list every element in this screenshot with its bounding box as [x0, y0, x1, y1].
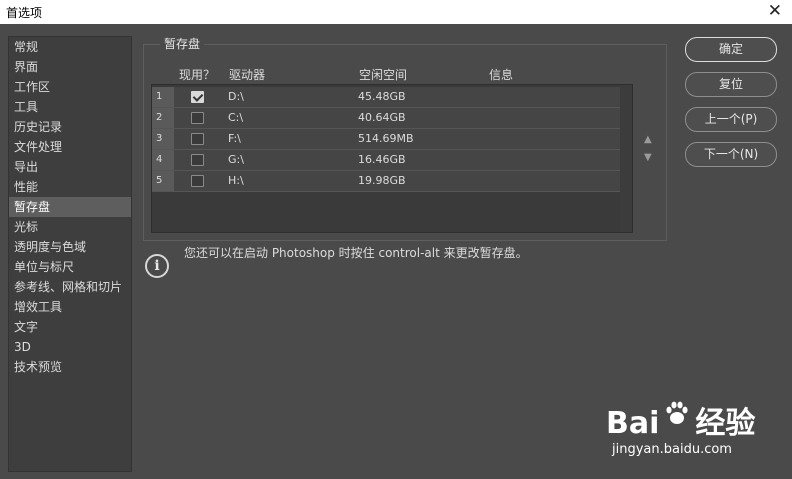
sidebar-item-performance[interactable]: 性能: [9, 177, 131, 197]
sidebar-item-history[interactable]: 历史记录: [9, 117, 131, 137]
sidebar-item-scratch-disks[interactable]: 暂存盘: [9, 197, 131, 217]
sidebar-item-tech-preview[interactable]: 技术预览: [9, 357, 131, 377]
free-space-value: 40.64GB: [358, 111, 406, 124]
close-icon[interactable]: ✕: [768, 1, 782, 21]
active-checkbox[interactable]: [191, 91, 204, 103]
active-checkbox[interactable]: [191, 154, 204, 166]
previous-button[interactable]: 上一个(P): [685, 107, 777, 132]
paw-icon: [666, 401, 688, 424]
sidebar-item-type[interactable]: 文字: [9, 317, 131, 337]
column-header-info: 信息: [489, 68, 514, 82]
table-row[interactable]: 5 H:\ 19.98GB: [152, 171, 632, 192]
table-row[interactable]: 2 C:\ 40.64GB: [152, 108, 632, 129]
row-number: 3: [152, 129, 174, 149]
table-row[interactable]: 3 F:\ 514.69MB: [152, 129, 632, 150]
row-number: 1: [152, 87, 174, 107]
reset-button[interactable]: 复位: [685, 72, 777, 97]
watermark-url: jingyan.baidu.com: [612, 442, 732, 457]
column-header-active: 现用？: [179, 68, 216, 82]
sidebar-item-export[interactable]: 导出: [9, 157, 131, 177]
table-scrollbar[interactable]: [620, 85, 632, 232]
row-number: 5: [152, 171, 174, 191]
column-header-free-space: 空闲空间: [359, 68, 408, 82]
ok-button[interactable]: 确定: [685, 37, 777, 62]
drive-label: D:\: [228, 90, 244, 103]
title-bar: 首选项 ✕: [0, 0, 792, 24]
sidebar-item-plugins[interactable]: 增效工具: [9, 297, 131, 317]
free-space-value: 514.69MB: [358, 132, 414, 145]
sidebar-item-units-rulers[interactable]: 单位与标尺: [9, 257, 131, 277]
sidebar-item-general[interactable]: 常规: [9, 37, 131, 57]
move-down-arrow-icon[interactable]: ▼: [644, 152, 652, 163]
row-number: 4: [152, 150, 174, 170]
group-legend: 暂存盘: [160, 35, 205, 52]
sidebar-item-interface[interactable]: 界面: [9, 57, 131, 77]
sidebar-item-cursors[interactable]: 光标: [9, 217, 131, 237]
watermark-logo-left: Bai: [606, 406, 660, 441]
sidebar-item-guides-grid[interactable]: 参考线、网格和切片: [9, 277, 131, 297]
next-button[interactable]: 下一个(N): [685, 142, 777, 167]
drive-label: G:\: [228, 153, 244, 166]
column-header-drive: 驱动器: [229, 68, 266, 82]
baidu-watermark: Bai 经验 jingyan.baidu.com: [606, 398, 786, 468]
move-up-arrow-icon[interactable]: ▲: [644, 134, 652, 145]
sidebar-item-file-handling[interactable]: 文件处理: [9, 137, 131, 157]
window-title: 首选项: [6, 6, 43, 20]
active-checkbox[interactable]: [191, 112, 204, 124]
watermark-logo-right: 经验: [695, 406, 756, 441]
scratch-disk-table: 1 D:\ 45.48GB 2 C:\ 40.64GB 3 F:\ 514.69…: [151, 84, 633, 233]
free-space-value: 19.98GB: [358, 174, 406, 187]
sidebar: 常规 界面 工作区 工具 历史记录 文件处理 导出 性能 暂存盘 光标 透明度与…: [8, 36, 132, 472]
table-row[interactable]: 4 G:\ 16.46GB: [152, 150, 632, 171]
info-text: 您还可以在启动 Photoshop 时按住 control-alt 来更改暂存盘…: [184, 246, 528, 260]
row-number: 2: [152, 108, 174, 128]
active-checkbox[interactable]: [191, 175, 204, 187]
drive-label: H:\: [228, 174, 244, 187]
active-checkbox[interactable]: [191, 133, 204, 145]
info-icon: i: [145, 254, 169, 278]
drive-label: F:\: [228, 132, 241, 145]
sidebar-item-workspace[interactable]: 工作区: [9, 77, 131, 97]
free-space-value: 45.48GB: [358, 90, 406, 103]
table-row[interactable]: 1 D:\ 45.48GB: [152, 87, 632, 108]
sidebar-item-transparency[interactable]: 透明度与色域: [9, 237, 131, 257]
free-space-value: 16.46GB: [358, 153, 406, 166]
sidebar-item-tools[interactable]: 工具: [9, 97, 131, 117]
drive-label: C:\: [228, 111, 244, 124]
sidebar-item-3d[interactable]: 3D: [9, 337, 131, 357]
